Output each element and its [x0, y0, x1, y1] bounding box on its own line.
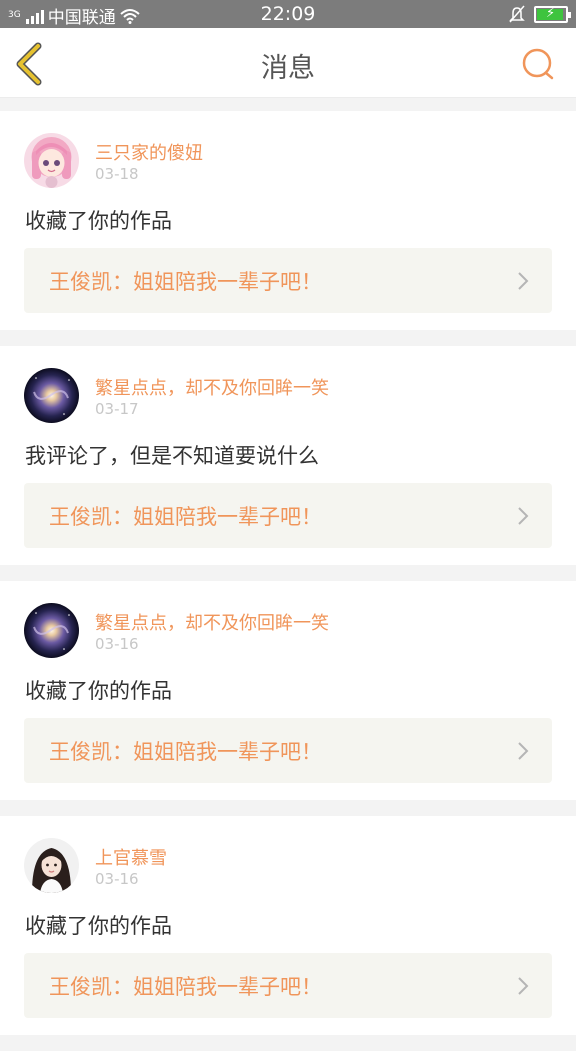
work-link[interactable]: 王俊凯：姐姐陪我一辈子吧！ — [24, 483, 552, 548]
message-item[interactable]: 繁星点点，却不及你回眸一笑 03-17 我评论了，但是不知道要说什么 王俊凯：姐… — [0, 346, 576, 565]
status-bar: 3G 中国联通 22:09 ⚡ — [0, 0, 576, 28]
mute-icon — [509, 5, 525, 23]
battery-charging-icon: ⚡ — [534, 5, 571, 23]
page-title: 消息 — [261, 53, 315, 84]
clock: 22:09 — [260, 3, 316, 25]
message-date: 03-16 — [95, 870, 139, 888]
avatar[interactable] — [24, 368, 79, 423]
sender-name[interactable]: 上官慕雪 — [95, 844, 167, 870]
chevron-right-icon — [518, 977, 529, 995]
chevron-right-icon — [518, 507, 529, 525]
status-right: ⚡ — [508, 5, 571, 23]
avatar[interactable] — [24, 603, 79, 658]
galaxy-avatar — [24, 368, 79, 423]
message-date: 03-16 — [95, 635, 139, 653]
work-link[interactable]: 王俊凯：姐姐陪我一辈子吧！ — [24, 248, 552, 313]
work-title: 王俊凯：姐姐陪我一辈子吧！ — [49, 740, 322, 764]
work-title: 王俊凯：姐姐陪我一辈子吧！ — [49, 975, 322, 999]
avatar[interactable] — [24, 838, 79, 893]
galaxy-avatar — [24, 603, 79, 658]
chevron-right-icon — [518, 742, 529, 760]
sender-name[interactable]: 三只家的傻妞 — [95, 139, 203, 165]
nav-header: 消息 — [0, 28, 576, 98]
portrait-avatar — [24, 838, 79, 893]
search-icon — [522, 48, 554, 80]
work-link[interactable]: 王俊凯：姐姐陪我一辈子吧！ — [24, 953, 552, 1018]
work-title: 王俊凯：姐姐陪我一辈子吧！ — [49, 505, 322, 529]
message-text: 我评论了，但是不知道要说什么 — [25, 444, 319, 468]
work-title: 王俊凯：姐姐陪我一辈子吧！ — [49, 270, 322, 294]
message-item[interactable]: 上官慕雪 03-16 收藏了你的作品 王俊凯：姐姐陪我一辈子吧！ — [0, 816, 576, 1035]
sender-name[interactable]: 繁星点点，却不及你回眸一笑 — [95, 374, 329, 400]
work-link[interactable]: 王俊凯：姐姐陪我一辈子吧！ — [24, 718, 552, 783]
message-item[interactable]: 繁星点点，却不及你回眸一笑 03-16 收藏了你的作品 王俊凯：姐姐陪我一辈子吧… — [0, 581, 576, 800]
search-button[interactable] — [520, 46, 556, 82]
message-item[interactable]: 三只家的傻妞 03-18 收藏了你的作品 王俊凯：姐姐陪我一辈子吧！ — [0, 111, 576, 330]
sender-name[interactable]: 繁星点点，却不及你回眸一笑 — [95, 609, 329, 635]
anime-girl-avatar — [24, 133, 79, 188]
chevron-right-icon — [518, 272, 529, 290]
avatar[interactable] — [24, 133, 79, 188]
message-date: 03-18 — [95, 165, 139, 183]
message-text: 收藏了你的作品 — [25, 679, 172, 703]
message-list: 三只家的傻妞 03-18 收藏了你的作品 王俊凯：姐姐陪我一辈子吧！ 繁星点点，… — [0, 111, 576, 1051]
message-text: 收藏了你的作品 — [25, 914, 172, 938]
message-date: 03-17 — [95, 400, 139, 418]
message-text: 收藏了你的作品 — [25, 209, 172, 233]
